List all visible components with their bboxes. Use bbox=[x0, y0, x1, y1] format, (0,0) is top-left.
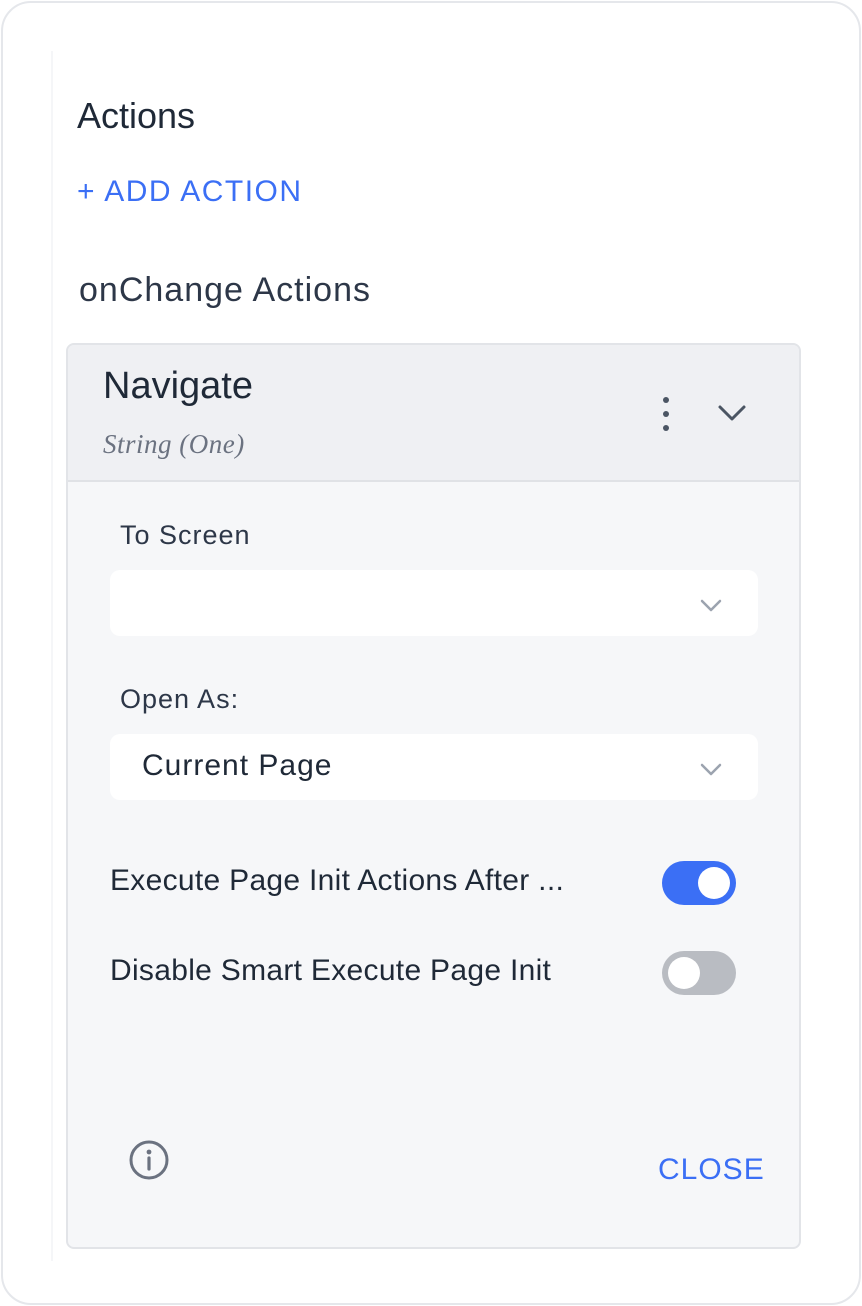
open-as-label: Open As: bbox=[120, 684, 240, 714]
section-title: Actions bbox=[77, 95, 196, 136]
panel-divider bbox=[51, 51, 53, 1261]
execute-page-init-label: Execute Page Init Actions After ... bbox=[110, 864, 565, 897]
chevron-down-icon bbox=[700, 599, 722, 612]
subsection-title: onChange Actions bbox=[79, 271, 371, 309]
add-action-button[interactable]: + ADD ACTION bbox=[77, 175, 303, 209]
to-screen-label: To Screen bbox=[120, 520, 251, 550]
disable-smart-execute-label: Disable Smart Execute Page Init bbox=[110, 954, 552, 987]
open-as-select[interactable]: Current Page bbox=[110, 734, 758, 800]
toggle-knob bbox=[698, 867, 730, 899]
info-icon[interactable] bbox=[128, 1139, 170, 1181]
action-subtitle: String (One) bbox=[103, 429, 245, 459]
execute-page-init-toggle[interactable] bbox=[662, 861, 736, 905]
action-title: Navigate bbox=[103, 365, 253, 407]
open-as-value: Current Page bbox=[142, 749, 333, 782]
to-screen-select[interactable] bbox=[110, 570, 758, 636]
close-button[interactable]: CLOSE bbox=[658, 1153, 765, 1187]
chevron-down-icon bbox=[700, 763, 722, 776]
disable-smart-execute-toggle[interactable] bbox=[662, 951, 736, 995]
chevron-down-icon[interactable] bbox=[714, 395, 750, 431]
action-card-header[interactable]: Navigate String (One) bbox=[68, 345, 799, 482]
actions-panel: Actions + ADD ACTION onChange Actions Na… bbox=[1, 1, 861, 1305]
toggle-knob bbox=[668, 957, 700, 989]
action-card: Navigate String (One) To Screen Open As:… bbox=[66, 343, 801, 1249]
kebab-icon[interactable] bbox=[646, 393, 686, 435]
